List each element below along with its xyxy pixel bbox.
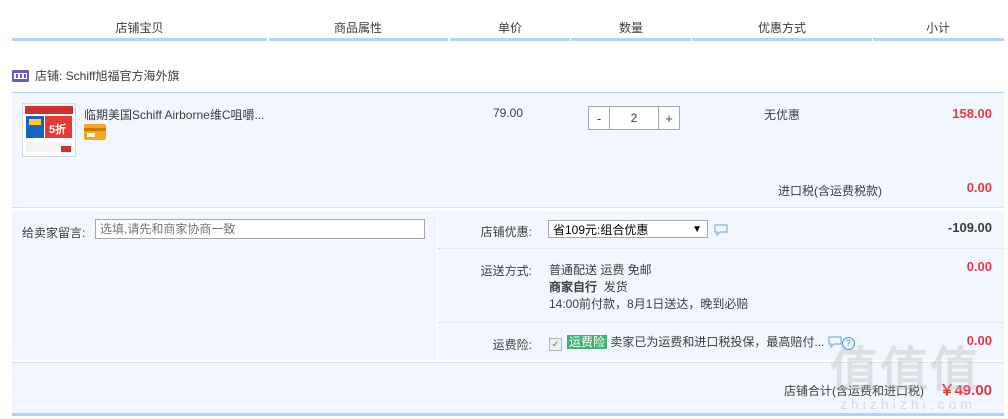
col-header-attributes: 商品属性 [333,21,382,35]
col-header-unit-price: 单价 [497,21,522,35]
store-row: 店铺: Schiff旭福官方海外旗 [12,66,179,86]
unit-price: 79.00 [493,106,524,120]
store-discount-selected: 省109元:组合优惠 [553,223,649,237]
card-payment-icon [84,124,106,140]
insurance-label: 运费险: [492,338,532,352]
product-thumbnail[interactable]: 5折 [22,103,76,157]
col-header-item: 店铺宝贝 [115,21,164,35]
item-subtotal: 158.00 [952,106,992,121]
header-underline [450,38,570,41]
shipping-delivery-promise: 14:00前付款，8月1日送达，晚到必赔 [549,297,749,311]
product-title-link[interactable]: 临期美国Schiff Airborne维C咀嚼... [84,106,265,123]
thumb-discount-label: 5折 [49,124,67,136]
store-badge-icon [12,70,29,82]
shipping-method-label: 运送方式: [480,264,532,278]
insurance-checkbox[interactable]: ✓ [549,338,562,351]
shipping-dispatch-text: 发货 [603,280,628,294]
decrease-quantity-button[interactable]: - [589,107,609,129]
row-divider [438,248,1004,249]
shipping-fee-text: 普通配送 运费 免邮 [549,263,652,277]
import-tax-value: 0.00 [966,180,992,195]
col-header-subtotal: 小计 [925,21,950,35]
quantity-stepper: - + [588,106,680,130]
row-divider [438,322,1004,323]
vertical-divider [437,210,438,360]
header-underline [692,38,872,41]
store-discount-label: 店铺优惠: [480,225,532,239]
shipping-details: 普通配送 运费 免邮 商家自行 发货 14:00前付款，8月1日送达，晚到必赔 [549,262,748,313]
message-bubble-icon[interactable] [714,224,728,236]
store-name-link[interactable]: 店铺: Schiff旭福官方海外旗 [35,69,179,83]
seller-message-label: 给卖家留言: [22,226,86,240]
insurance-text: 卖家已为运费和进口税投保，最高赔付... [610,335,825,349]
promotion-text: 无优惠 [764,108,801,122]
shipping-dispatch-line: 商家自行 发货 [549,279,748,296]
shipping-value: 0.00 [966,259,992,274]
watermark-url: zhizhizhi.com [840,396,977,412]
col-header-promotion: 优惠方式 [757,21,806,35]
dropdown-arrow-icon: ▼ [692,224,702,235]
store-discount-value: -109.00 [947,220,992,235]
watermark-logo: 值值值 [830,344,981,397]
import-tax-label: 进口税(含运费税款) [778,184,882,198]
shipping-merchant-self: 商家自行 [549,280,598,294]
insurance-row: ✓ 运费险 卖家已为运费和进口税投保，最高赔付... ? [549,334,855,351]
store-discount-select[interactable]: 省109元:组合优惠 ▼ [548,220,708,238]
quantity-input[interactable] [609,107,659,129]
header-underline [873,38,1004,41]
header-underline [571,38,691,41]
insurance-tag: 运费险 [567,335,608,349]
header-underline [269,38,448,41]
header-underline [12,38,267,41]
seller-message-input[interactable] [95,219,425,239]
increase-quantity-button[interactable]: + [659,107,679,129]
col-header-quantity: 数量 [618,21,643,35]
